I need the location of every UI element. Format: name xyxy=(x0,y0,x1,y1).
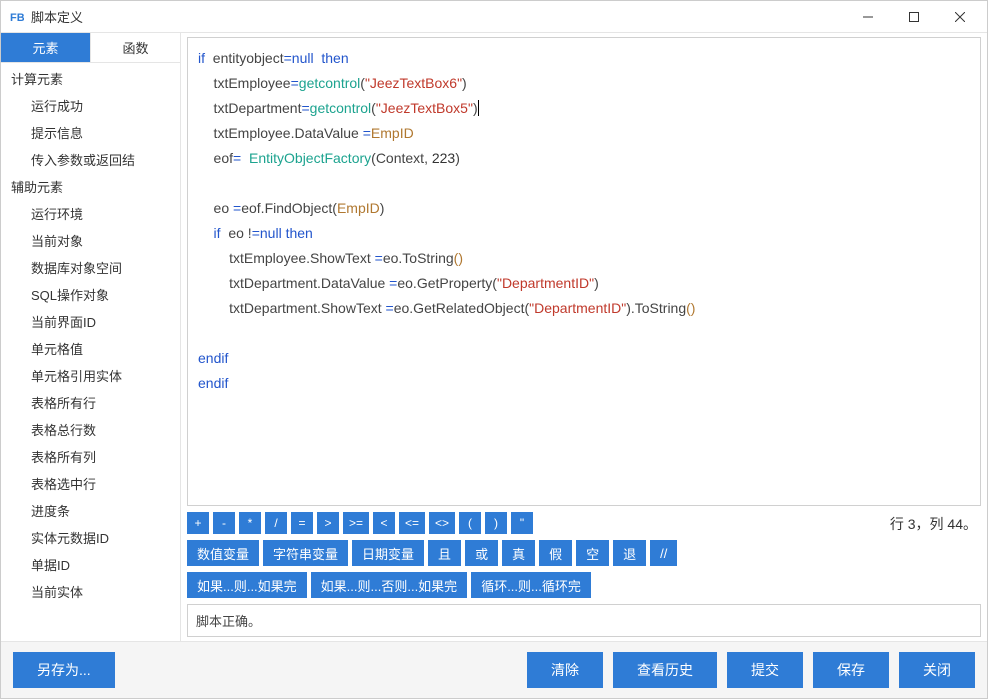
tree-group-aux[interactable]: 辅助元素 xyxy=(1,173,180,200)
tree-item[interactable]: 实体元数据ID xyxy=(1,524,180,551)
saveas-button[interactable]: 另存为... xyxy=(13,652,115,688)
code-editor[interactable]: if entityobject=null then txtEmployee=ge… xyxy=(187,37,981,506)
tree-item[interactable]: 表格选中行 xyxy=(1,470,180,497)
tree-group-calc[interactable]: 计算元素 xyxy=(1,65,180,92)
footer-bar: 另存为... 清除 查看历史 提交 保存 关闭 xyxy=(1,641,987,698)
app-logo-icon: FB xyxy=(9,9,25,25)
sidebar-tabs: 元素 函数 xyxy=(1,33,180,63)
tree-item[interactable]: 表格所有列 xyxy=(1,443,180,470)
tree-item[interactable]: 表格总行数 xyxy=(1,416,180,443)
tree-item[interactable]: 传入参数或返回结 xyxy=(1,146,180,173)
titlebar: FB 脚本定义 xyxy=(1,1,987,33)
tree-item[interactable]: 单元格值 xyxy=(1,335,180,362)
svg-text:FB: FB xyxy=(10,12,24,24)
kw-datevar[interactable]: 日期变量 xyxy=(352,540,424,566)
op-divide[interactable]: / xyxy=(265,512,287,534)
submit-button[interactable]: 提交 xyxy=(727,652,803,688)
script-definition-window: FB 脚本定义 元素 函数 计算元素 运行成功 提示信息 传入参数或返回结 辅助… xyxy=(0,0,988,699)
tree-item[interactable]: 当前界面ID xyxy=(1,308,180,335)
save-button[interactable]: 保存 xyxy=(813,652,889,688)
tree-item[interactable]: 进度条 xyxy=(1,497,180,524)
kw-if-then-endif[interactable]: 如果...则...如果完 xyxy=(187,572,307,598)
op-plus[interactable]: + xyxy=(187,512,209,534)
text-cursor xyxy=(478,100,479,116)
element-tree[interactable]: 计算元素 运行成功 提示信息 传入参数或返回结 辅助元素 运行环境 当前对象 数… xyxy=(1,63,180,641)
op-lparen[interactable]: ( xyxy=(459,512,481,534)
kw-true[interactable]: 真 xyxy=(502,540,535,566)
op-multiply[interactable]: * xyxy=(239,512,261,534)
op-quote[interactable]: " xyxy=(511,512,533,534)
kw-strvar[interactable]: 字符串变量 xyxy=(263,540,348,566)
history-button[interactable]: 查看历史 xyxy=(613,652,717,688)
operator-toolbar: + - * / = > >= < <= <> ( ) " xyxy=(187,512,880,598)
tree-item[interactable]: 当前对象 xyxy=(1,227,180,254)
tree-item[interactable]: 运行环境 xyxy=(1,200,180,227)
kw-or[interactable]: 或 xyxy=(465,540,498,566)
tree-item[interactable]: 提示信息 xyxy=(1,119,180,146)
op-equals[interactable]: = xyxy=(291,512,313,534)
op-lt[interactable]: < xyxy=(373,512,395,534)
kw-and[interactable]: 且 xyxy=(428,540,461,566)
kw-false[interactable]: 假 xyxy=(539,540,572,566)
kw-comment[interactable]: // xyxy=(650,540,677,566)
kw-null[interactable]: 空 xyxy=(576,540,609,566)
tree-item[interactable]: 单元格引用实体 xyxy=(1,362,180,389)
clear-button[interactable]: 清除 xyxy=(527,652,603,688)
cursor-position: 行 3，列 44。 xyxy=(890,514,977,534)
op-gte[interactable]: >= xyxy=(343,512,369,534)
kw-numvar[interactable]: 数值变量 xyxy=(187,540,259,566)
op-minus[interactable]: - xyxy=(213,512,235,534)
op-lte[interactable]: <= xyxy=(399,512,425,534)
tab-elements[interactable]: 元素 xyxy=(1,33,91,62)
tree-item[interactable]: 数据库对象空间 xyxy=(1,254,180,281)
main-area: if entityobject=null then txtEmployee=ge… xyxy=(181,33,987,641)
tree-item[interactable]: 当前实体 xyxy=(1,578,180,605)
tree-item[interactable]: SQL操作对象 xyxy=(1,281,180,308)
kw-if-else-endif[interactable]: 如果...则...否则...如果完 xyxy=(311,572,468,598)
tree-item[interactable]: 运行成功 xyxy=(1,92,180,119)
tab-functions[interactable]: 函数 xyxy=(91,33,180,62)
minimize-button[interactable] xyxy=(845,2,891,32)
sidebar: 元素 函数 计算元素 运行成功 提示信息 传入参数或返回结 辅助元素 运行环境 … xyxy=(1,33,181,641)
op-neq[interactable]: <> xyxy=(429,512,455,534)
maximize-button[interactable] xyxy=(891,2,937,32)
close-footer-button[interactable]: 关闭 xyxy=(899,652,975,688)
op-gt[interactable]: > xyxy=(317,512,339,534)
tree-item[interactable]: 单据ID xyxy=(1,551,180,578)
close-button[interactable] xyxy=(937,2,983,32)
status-message: 脚本正确。 xyxy=(187,604,981,637)
kw-loop[interactable]: 循环...则...循环完 xyxy=(471,572,591,598)
window-title: 脚本定义 xyxy=(31,7,83,26)
tree-item[interactable]: 表格所有行 xyxy=(1,389,180,416)
op-rparen[interactable]: ) xyxy=(485,512,507,534)
kw-exit[interactable]: 退 xyxy=(613,540,646,566)
